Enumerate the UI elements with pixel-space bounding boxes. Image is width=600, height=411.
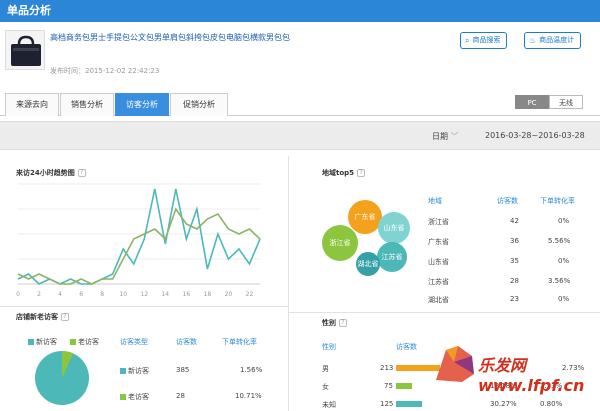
date-dropdown[interactable]: 日期 ﹀ <box>432 131 459 142</box>
x-tick-label: 0 <box>16 291 20 298</box>
x-tick-label: 12 <box>140 291 148 298</box>
gender-bar-female <box>396 383 412 389</box>
x-tick-label: 14 <box>161 291 169 298</box>
column-divider <box>288 156 289 411</box>
page-title: 单品分析 <box>7 4 51 17</box>
tab-sales[interactable]: 销售分析 <box>60 93 114 116</box>
tab-source[interactable]: 来源去向 <box>5 93 59 116</box>
region-header-area: 地域 <box>428 197 442 205</box>
x-tick-label: 6 <box>79 291 83 298</box>
gender-header-visitors: 访客数 <box>396 343 417 351</box>
device-wireless-toggle[interactable]: 无线 <box>549 95 583 109</box>
product-search-button[interactable]: ⌕ 商品搜索 <box>460 32 508 49</box>
x-tick-label: 22 <box>246 291 254 298</box>
chevron-down-icon: ﹀ <box>450 132 459 141</box>
x-tick-label: 8 <box>100 291 104 298</box>
watermark-text: 乐发网 www.lfpf.cn <box>478 356 585 395</box>
region-bubble-zhejiang: 浙江省 <box>322 225 358 261</box>
region-bubble-jiangsu: 江苏省 <box>377 242 407 272</box>
region-header-visitors: 访客数 <box>497 197 518 205</box>
region-bubble-shandong: 山东省 <box>378 212 410 244</box>
gender-bar-unknown <box>396 401 422 407</box>
region-section-title: 地域top5? <box>322 168 366 178</box>
section-divider <box>289 312 600 313</box>
trend-section-title: 来访24小时趋势图? <box>16 168 86 178</box>
x-tick-label: 16 <box>183 291 191 298</box>
newold-header-conversion: 下单转化率 <box>222 338 257 346</box>
product-publish-time: 发布时间：2015-12-02 22:42:23 <box>50 67 160 75</box>
help-icon[interactable]: ? <box>357 169 366 177</box>
help-icon[interactable]: ? <box>61 313 69 321</box>
product-title-link[interactable]: 高档商务包男士手提包公文包男单肩包斜挎包皮包电脑包横款男包包 <box>50 32 290 43</box>
product-thermometer-button[interactable]: ♨ 商品温度计 <box>524 32 582 49</box>
tab-promotion[interactable]: 促销分析 <box>170 93 228 116</box>
newold-header-visitors: 访客数 <box>176 338 197 346</box>
x-tick-label: 18 <box>204 291 212 298</box>
region-bubble-guangdong: 广东省 <box>348 200 382 234</box>
lion-logo-icon <box>436 346 474 382</box>
region-header-conversion: 下单转化率 <box>540 197 575 205</box>
x-tick-label: 20 <box>225 291 233 298</box>
date-filter-bar: 日期 ﹀ 2016-03-28~2016-03-28 <box>0 121 600 150</box>
search-icon: ⌕ <box>465 36 470 45</box>
product-thumbnail[interactable] <box>5 30 45 70</box>
product-info: 高档商务包男士手提包公文包男单肩包斜挎包皮包电脑包横款男包包 发布时间：2015… <box>0 22 600 86</box>
help-icon[interactable]: ? <box>339 319 347 327</box>
trend-line-chart: 0 2 4 6 8 10 12 14 16 18 20 22 <box>16 183 261 298</box>
bag-icon <box>11 35 41 66</box>
gender-header-sex: 性别 <box>322 343 336 351</box>
thermometer-icon: ♨ <box>529 36 537 45</box>
gender-section-title: 性别? <box>322 318 347 328</box>
tab-visitors[interactable]: 访客分析 <box>115 93 169 116</box>
legend-new-visitor: 新访客 <box>28 337 57 347</box>
x-tick-label: 10 <box>119 291 127 298</box>
help-icon[interactable]: ? <box>77 169 86 177</box>
date-range-text: 2016-03-28~2016-03-28 <box>485 131 585 140</box>
region-bubble-hubei: 湖北省 <box>356 252 380 276</box>
analysis-tabs: 来源去向 销售分析 访客分析 促销分析 <box>0 91 600 116</box>
legend-old-visitor: 老访客 <box>70 337 99 347</box>
x-tick-label: 4 <box>58 291 62 298</box>
page-header: 单品分析 <box>0 0 600 22</box>
section-divider <box>0 306 288 307</box>
newold-section-title: 店铺新老访客? <box>16 312 69 322</box>
newold-header-type: 访客类型 <box>120 338 148 346</box>
x-tick-label: 2 <box>37 291 41 298</box>
visitor-pie-chart <box>35 351 89 405</box>
device-pc-toggle[interactable]: PC <box>515 95 549 109</box>
